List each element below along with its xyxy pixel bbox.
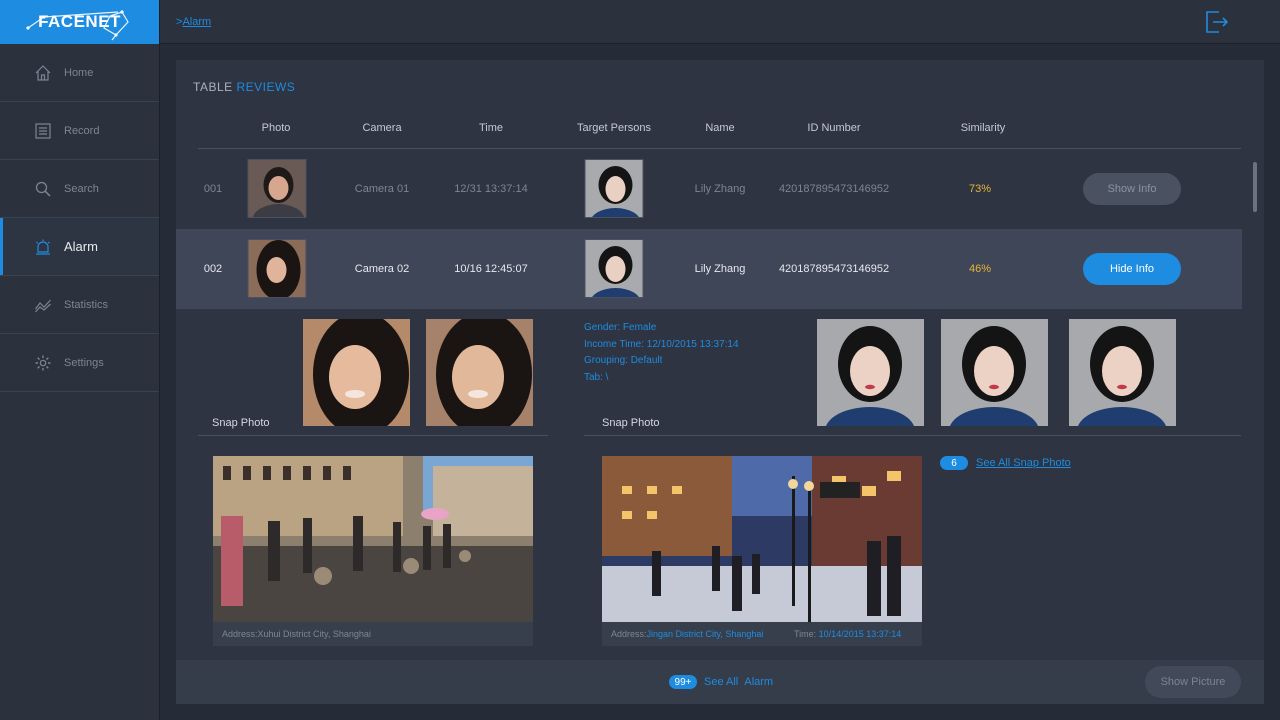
target-photo-1[interactable]: [817, 319, 924, 426]
top-bar: >Alarm: [160, 0, 1280, 44]
scene-address-right: Address: Jingan District City, Shanghai …: [602, 622, 922, 646]
section-divider-right: [584, 435, 1241, 436]
show-picture-button[interactable]: Show Picture: [1145, 666, 1241, 698]
scene-time: Time: 10/14/2015 13:37:14: [794, 629, 901, 639]
sidebar-item-label: Settings: [64, 356, 104, 369]
panel-title: TABLE REVIEWS: [193, 80, 295, 94]
chart-icon: [35, 299, 51, 312]
see-all-alarm-link[interactable]: See All Alarm: [704, 676, 773, 688]
column-header-similarity: Similarity: [960, 122, 1006, 134]
info-tab: Tab: \: [584, 371, 609, 383]
time-label: Time:: [794, 629, 819, 639]
info-income-time: Income Time: 12/10/2015 13:37:14: [584, 338, 739, 350]
info-gender: Gender: Female: [584, 322, 657, 333]
home-icon: [35, 64, 51, 81]
logo-text: FACENET: [38, 12, 121, 31]
row-index: 001: [203, 183, 223, 195]
snap-count-badge: 6: [940, 456, 968, 470]
scene-address-left: Address: Xuhui District City, Shanghai: [213, 622, 533, 646]
target-photo-3[interactable]: [1069, 319, 1176, 426]
alarm-icon: [36, 239, 50, 255]
app-logo[interactable]: FACENET: [0, 0, 159, 44]
person-info: Gender: Female Income Time: 12/10/2015 1…: [584, 320, 739, 386]
sidebar-item-label: Statistics: [64, 298, 109, 311]
snap-photo-label-left: Snap Photo: [212, 417, 270, 429]
column-header-time: Time: [478, 122, 504, 134]
breadcrumb: >Alarm: [176, 16, 211, 28]
see-all-text: See All: [704, 676, 739, 688]
panel-title-prefix: TABLE: [193, 80, 237, 94]
search-icon: [35, 181, 51, 197]
scene-photo-right[interactable]: [602, 456, 922, 622]
sidebar-item-label: Alarm: [64, 239, 98, 254]
sidebar-item-label: Search: [64, 182, 99, 195]
logout-icon[interactable]: [1204, 9, 1230, 35]
id-number-cell: 420187895473146952: [778, 263, 890, 275]
time-value: 10/14/2015 13:37:14: [818, 629, 902, 639]
breadcrumb-alarm-link[interactable]: Alarm: [182, 16, 211, 28]
id-number-cell: 420187895473146952: [778, 183, 890, 195]
camera-cell: Camera 02: [354, 263, 410, 275]
show-info-button[interactable]: Show Info: [1083, 173, 1181, 205]
table-row-selected[interactable]: 002 Camera 02 10/16 12:45:07 Lily Zhang …: [176, 229, 1242, 309]
name-cell: Lily Zhang: [694, 183, 746, 195]
address-value: Xuhui District City, Shanghai: [257, 629, 371, 639]
snap-photo-label-right: Snap Photo: [602, 417, 660, 429]
camera-cell: Camera 01: [354, 183, 410, 195]
sidebar-item-settings[interactable]: Settings: [0, 334, 159, 392]
sidebar: FACENET Home Record Search Alarm Statist…: [0, 0, 160, 720]
snap-photo-thumbnail[interactable]: [247, 239, 307, 298]
name-cell: Lily Zhang: [694, 263, 746, 275]
sidebar-item-alarm[interactable]: Alarm: [0, 218, 159, 276]
column-header-id-number: ID Number: [807, 122, 861, 134]
sidebar-item-record[interactable]: Record: [0, 102, 159, 160]
panel-title-highlight: REVIEWS: [236, 80, 296, 94]
similarity-cell: 73%: [968, 183, 992, 195]
snap-photo-thumbnail[interactable]: [247, 159, 307, 218]
hide-info-button[interactable]: Hide Info: [1083, 253, 1181, 285]
similarity-cell: 46%: [968, 263, 992, 275]
list-icon: [35, 122, 51, 139]
panel-footer: 99+ See All Alarm Show Picture: [176, 660, 1264, 704]
snap-photo-2[interactable]: [426, 319, 533, 426]
section-divider-left: [198, 435, 548, 436]
target-person-thumbnail[interactable]: [584, 239, 644, 298]
table-reviews-panel: TABLE REVIEWS Photo Camera Time Target P…: [176, 60, 1264, 704]
sidebar-item-label: Home: [64, 66, 94, 79]
column-header-name: Name: [705, 122, 735, 134]
scene-photo-left[interactable]: [213, 456, 533, 622]
sidebar-item-home[interactable]: Home: [0, 44, 159, 102]
target-photo-2[interactable]: [941, 319, 1048, 426]
sidebar-item-search[interactable]: Search: [0, 160, 159, 218]
info-grouping: Grouping: Default: [584, 355, 663, 366]
column-header-target-persons: Target Persons: [577, 122, 651, 134]
column-header-camera: Camera: [362, 122, 402, 134]
snap-photo-1[interactable]: [303, 319, 410, 426]
sidebar-item-statistics[interactable]: Statistics: [0, 276, 159, 334]
address-value: Jingan District City, Shanghai: [646, 629, 764, 639]
alarm-text: Alarm: [744, 676, 774, 688]
column-header-photo: Photo: [261, 122, 291, 134]
table-scrollbar[interactable]: [1253, 162, 1257, 212]
sidebar-item-label: Record: [64, 124, 100, 137]
table-row[interactable]: 001 Camera 01 12/31 13:37:14 Lily Zhang …: [176, 149, 1242, 229]
gear-icon: [35, 355, 51, 370]
time-cell: 12/31 13:37:14: [454, 183, 528, 195]
see-all-snap-photo-link[interactable]: See All Snap Photo: [976, 457, 1071, 469]
target-person-thumbnail[interactable]: [584, 159, 644, 218]
alarm-count-badge: 99+: [669, 675, 697, 689]
row-index: 002: [203, 263, 223, 275]
address-label: Address:: [611, 629, 647, 639]
time-cell: 10/16 12:45:07: [454, 263, 528, 275]
address-label: Address:: [222, 629, 258, 639]
